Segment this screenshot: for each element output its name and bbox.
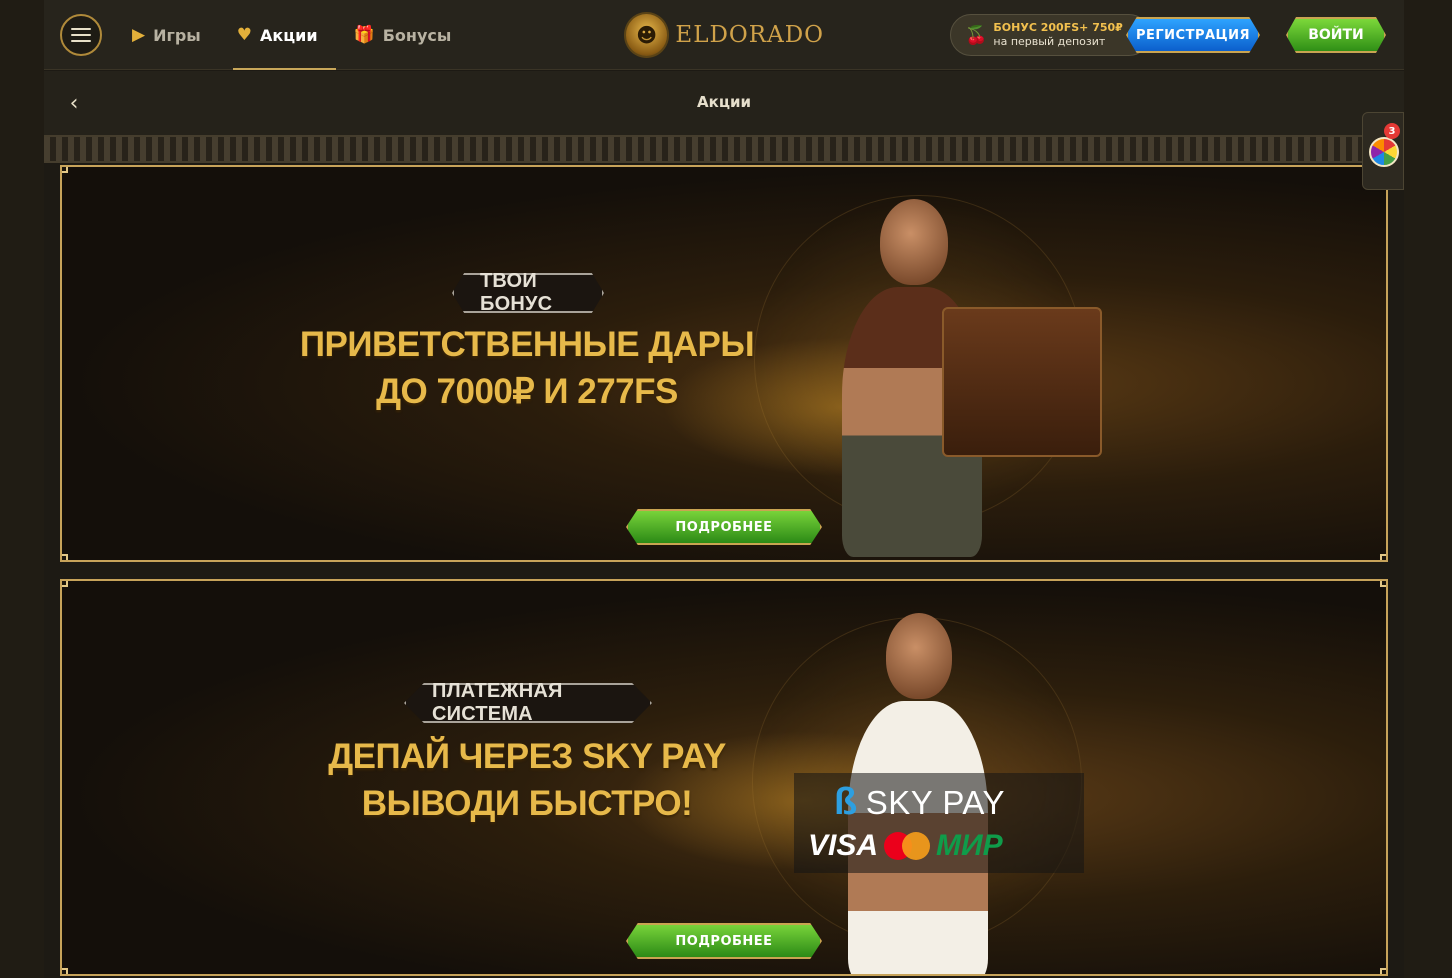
- heart-icon: ♥: [236, 25, 252, 45]
- login-button[interactable]: ВОЙТИ: [1286, 17, 1386, 53]
- banner-headline: ДЕПАЙ ЧЕРЕЗ SKY PAY ВЫВОДИ БЫСТРО!: [292, 733, 762, 827]
- nav-label: Акции: [260, 25, 318, 45]
- banner-tag: ПЛАТЕЖНАЯ СИСТЕМА: [404, 683, 652, 723]
- register-button[interactable]: РЕГИСТРАЦИЯ: [1126, 17, 1260, 53]
- headline-line-1: ДЕПАЙ ЧЕРЕЗ SKY PAY: [328, 737, 726, 776]
- frame-corner: [1380, 581, 1386, 587]
- site-logo[interactable]: ☻ ELDORADO: [624, 10, 824, 60]
- right-gutter: [1404, 0, 1452, 978]
- menu-button[interactable]: [60, 14, 102, 56]
- headline-line-2: ДО 7000₽ И 277FS: [376, 372, 678, 411]
- coins-icon: 🍒: [965, 24, 988, 46]
- skypay-text: SKY PAY: [865, 783, 1005, 821]
- skypay-logo: ß SKY PAY: [834, 781, 1005, 824]
- details-button[interactable]: ПОДРОБНЕЕ: [626, 509, 822, 545]
- headline-line-1: ПРИВЕТСТВЕННЫЕ ДАРЫ: [299, 325, 755, 364]
- title-bar: ‹ Акции: [44, 71, 1404, 135]
- bonus-amount: БОНУС 200FS+ 750₽: [993, 21, 1123, 34]
- main-column: ▶ Игры ♥ Акции 🎁 Бонусы ☻ ELDORADO 🍒 БОН…: [44, 0, 1404, 978]
- promo-banner-skypay[interactable]: ПЛАТЕЖНАЯ СИСТЕМА ДЕПАЙ ЧЕРЕЗ SKY PAY ВЫ…: [60, 579, 1388, 976]
- logo-text: ELDORADO: [675, 22, 824, 48]
- gift-icon: 🎁: [353, 25, 375, 45]
- menu-line: [71, 28, 91, 30]
- details-button[interactable]: ПОДРОБНЕЕ: [626, 923, 822, 959]
- bonus-caption: на первый депозит: [993, 35, 1106, 48]
- nav-item-promotions[interactable]: ♥ Акции: [232, 0, 336, 70]
- nav-label: Бонусы: [382, 25, 452, 45]
- mir-logo: МИР: [936, 829, 1003, 862]
- frame-corner: [62, 968, 68, 974]
- notification-badge: 3: [1384, 123, 1400, 139]
- treasure-chest: [942, 307, 1102, 457]
- frame-corner: [62, 167, 68, 173]
- page: ▶ Игры ♥ Акции 🎁 Бонусы ☻ ELDORADO 🍒 БОН…: [0, 0, 1452, 978]
- play-icon: ▶: [132, 25, 146, 45]
- main-nav: ▶ Игры ♥ Акции 🎁 Бонусы: [132, 0, 487, 70]
- nav-item-games[interactable]: ▶ Игры: [132, 0, 219, 70]
- frame-corner: [62, 581, 68, 587]
- banner-tag: ТВОЙ БОНУС: [452, 273, 604, 313]
- frame-corner: [1380, 554, 1386, 560]
- woman-head: [880, 199, 948, 285]
- frame-corner: [62, 554, 68, 560]
- visa-logo: VISA: [808, 829, 879, 862]
- skypay-icon: ß: [834, 781, 858, 823]
- page-title: Акции: [697, 93, 751, 111]
- bonus-text: БОНУС 200FS+ 750₽ на первый депозит: [993, 21, 1122, 49]
- golden-mask-icon: ☻: [624, 12, 670, 58]
- top-bar: ▶ Игры ♥ Акции 🎁 Бонусы ☻ ELDORADO 🍒 БОН…: [44, 0, 1404, 70]
- promo-banner-welcome[interactable]: ТВОЙ БОНУС ПРИВЕТСТВЕННЫЕ ДАРЫ ДО 7000₽ …: [60, 165, 1388, 562]
- decorative-border: [44, 135, 1404, 163]
- frame-corner: [1380, 968, 1386, 974]
- explorer-woman-image: [802, 187, 1122, 560]
- nav-item-bonuses[interactable]: 🎁 Бонусы: [354, 0, 470, 70]
- menu-line: [71, 34, 91, 36]
- payment-logos: ß SKY PAY VISA МИР: [794, 773, 1084, 873]
- fortune-wheel-icon: [1369, 137, 1399, 167]
- menu-line: [71, 40, 91, 42]
- nav-label: Игры: [153, 25, 201, 45]
- mastercard-circle-yellow: [902, 832, 931, 860]
- mastercard-icon: [884, 832, 931, 860]
- left-gutter: [0, 0, 44, 978]
- headline-line-2: ВЫВОДИ БЫСТРО!: [361, 784, 693, 823]
- woman-head: [886, 613, 952, 699]
- banner-headline: ПРИВЕТСТВЕННЫЕ ДАРЫ ДО 7000₽ И 277FS: [292, 321, 762, 415]
- fortune-wheel-widget[interactable]: 3: [1362, 112, 1404, 190]
- welcome-bonus-pill[interactable]: 🍒 БОНУС 200FS+ 750₽ на первый депозит: [950, 14, 1150, 56]
- card-logos: VISA МИР: [808, 829, 1003, 863]
